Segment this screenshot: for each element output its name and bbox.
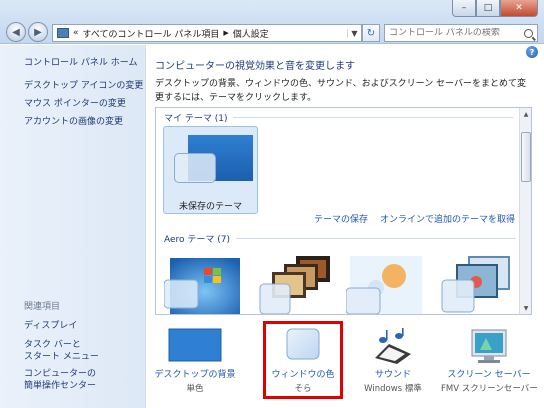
ease-of-access-link-line2[interactable]: 簡単操作センター <box>24 378 96 391</box>
aero-theme-windows7[interactable] <box>164 248 244 314</box>
search-box[interactable] <box>384 24 538 42</box>
sound-icon <box>375 328 411 364</box>
windows7-theme-thumbnail <box>164 258 240 314</box>
desktop-background-title[interactable]: デスクトップの背景 <box>147 367 243 380</box>
sound-option[interactable]: サウンド Windows 標準 <box>345 321 441 408</box>
change-desktop-icons-link[interactable]: デスクトップ アイコンの変更 <box>24 78 143 91</box>
scroll-thumb[interactable] <box>521 132 531 182</box>
window-controls: – □ ✕ <box>452 0 538 17</box>
highlight-box <box>263 321 343 399</box>
display-link[interactable]: ディスプレイ <box>24 318 77 331</box>
save-theme-link[interactable]: テーマの保存 <box>314 212 368 225</box>
back-button[interactable]: ◀ <box>6 22 26 42</box>
aero-theme-landscape[interactable] <box>434 248 514 314</box>
aero-theme-architecture[interactable] <box>256 248 336 314</box>
architecture-theme-thumbnail <box>259 256 330 314</box>
theme-links: テーマの保存 オンラインで追加のテーマを取得 <box>314 212 515 225</box>
search-input[interactable] <box>389 28 517 38</box>
change-mouse-pointers-link[interactable]: マウス ポインターの変更 <box>24 96 126 109</box>
change-account-picture-link[interactable]: アカウントの画像の変更 <box>24 114 123 127</box>
desktop-background-value: 単色 <box>186 384 204 394</box>
page-title: コンピューターの視覚効果と音を変更します <box>155 61 355 72</box>
search-icon[interactable] <box>524 28 533 38</box>
theme-settings-bar: デスクトップの背景 単色 ウィンドウの色 そら サウンド Windows 標準 <box>147 321 544 408</box>
scroll-down-icon[interactable]: ▼ <box>521 303 531 313</box>
help-icon[interactable]: ? <box>526 46 538 58</box>
control-panel-home-link[interactable]: コントロール パネル ホーム <box>24 55 137 68</box>
address-bar[interactable]: « すべてのコントロール パネル項目 ▶ 個人設定 ▼ <box>52 24 362 42</box>
themes-list: マイ テーマ (1) 未保存のテーマ テーマの保存 オンラインで追加のテーマを取… <box>155 107 532 315</box>
maximize-button[interactable]: □ <box>476 0 500 17</box>
screen-saver-icon <box>471 329 507 363</box>
refresh-button[interactable]: ↻ <box>362 24 380 42</box>
scroll-up-icon[interactable]: ▲ <box>521 109 531 119</box>
aero-themes-header: Aero テーマ (7) <box>164 232 517 245</box>
sound-value: Windows 標準 <box>364 384 422 394</box>
navigation-buttons: ◀ ▶ <box>6 22 48 42</box>
page-description: デスクトップの背景、ウィンドウの色、サウンド、およびスクリーン セーバーをまとめ… <box>155 79 526 103</box>
unsaved-theme-label: 未保存のテーマ <box>178 202 242 212</box>
related-title: 関連項目 <box>24 302 61 312</box>
close-button[interactable]: ✕ <box>500 0 538 17</box>
sound-title[interactable]: サウンド <box>345 367 441 380</box>
title-bar: – □ ✕ ◀ ▶ « すべてのコントロール パネル項目 ▶ 個人設定 ▼ ↻ <box>0 0 544 44</box>
themes-scrollbar[interactable]: ▲ ▼ <box>519 108 531 314</box>
main-pane: ? コンピューターの視覚効果と音を変更します デスクトップの背景、ウィンドウの色… <box>147 45 544 408</box>
aero-theme-characters[interactable] <box>346 248 426 314</box>
screen-saver-option[interactable]: スクリーン セーバー FMV スクリーンセーバー <box>441 321 538 408</box>
theme-preview-window <box>174 153 216 183</box>
left-pane: コントロール パネル ホーム デスクトップ アイコンの変更 マウス ポインターの… <box>0 45 146 408</box>
characters-theme-thumbnail <box>346 256 422 314</box>
breadcrumb-overflow[interactable]: « <box>73 28 79 38</box>
desktop-background-option[interactable]: デスクトップの背景 単色 <box>147 321 243 408</box>
unsaved-theme-tile[interactable]: 未保存のテーマ <box>163 126 258 214</box>
control-panel-icon <box>57 28 69 38</box>
screen-saver-value: FMV スクリーンセーバー <box>441 384 538 394</box>
breadcrumb-all-items[interactable]: すべてのコントロール パネル項目 <box>83 27 220 40</box>
landscape-theme-thumbnail <box>441 256 510 313</box>
breadcrumb-personalization[interactable]: 個人設定 <box>233 27 269 40</box>
address-dropdown-icon[interactable]: ▼ <box>347 28 361 38</box>
breadcrumb-separator-icon[interactable]: ▶ <box>223 29 228 37</box>
my-themes-header: マイ テーマ (1) <box>164 111 517 124</box>
taskbar-link-line2[interactable]: スタート メニュー <box>24 349 99 362</box>
desktop-background-icon <box>168 328 222 362</box>
screen-saver-title[interactable]: スクリーン セーバー <box>441 367 537 380</box>
get-more-themes-link[interactable]: オンラインで追加のテーマを取得 <box>380 212 515 225</box>
forward-button[interactable]: ▶ <box>28 22 48 42</box>
minimize-button[interactable]: – <box>452 0 476 17</box>
